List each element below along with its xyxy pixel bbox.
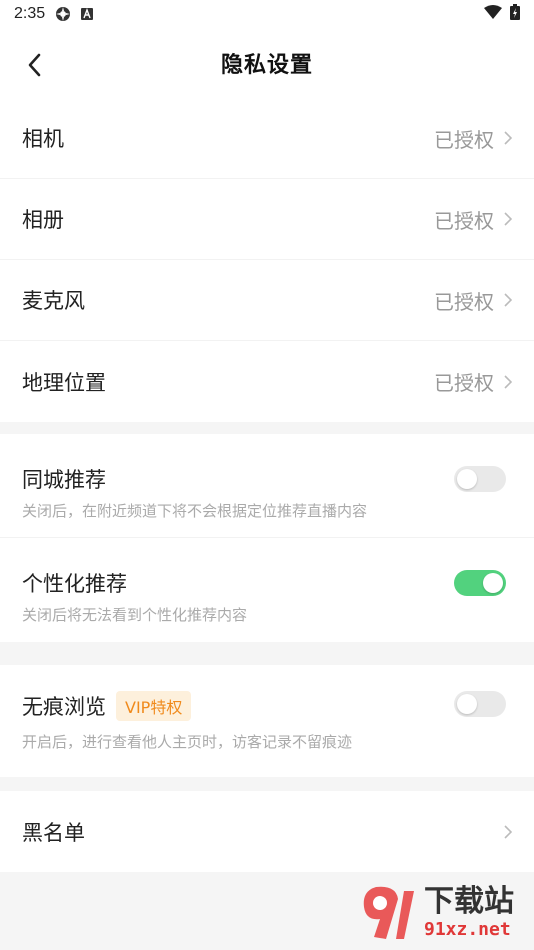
- permission-status: 已授权: [434, 289, 494, 314]
- chevron-right-icon: [504, 824, 512, 839]
- toggle-label: 无痕浏览 VIP特权: [22, 691, 192, 721]
- wifi-icon: [484, 5, 502, 23]
- incognito-toggle[interactable]: [454, 691, 506, 717]
- toggle-description: 关闭后将无法看到个性化推荐内容: [22, 606, 248, 624]
- personalized-recommend-toggle[interactable]: [454, 570, 506, 596]
- vip-badge: VIP特权: [116, 691, 192, 721]
- permission-status: 已授权: [434, 127, 494, 152]
- incognito-label: 无痕浏览: [22, 695, 106, 719]
- incognito-section: 无痕浏览 VIP特权 开启后，进行查看他人主页时，访客记录不留痕迹: [0, 665, 534, 777]
- toggle-row-incognito: 无痕浏览 VIP特权 开启后，进行查看他人主页时，访客记录不留痕迹: [0, 665, 534, 777]
- watermark-logo-icon: [363, 886, 414, 939]
- blacklist-section: 黑名单: [0, 791, 534, 872]
- permission-row-microphone[interactable]: 麦克风 已授权: [0, 260, 534, 341]
- chevron-left-icon: [28, 53, 41, 77]
- permission-row-album[interactable]: 相册 已授权: [0, 179, 534, 260]
- toggle-knob: [457, 469, 477, 489]
- toggle-row-local-recommend: 同城推荐 关闭后，在附近频道下将不会根据定位推荐直播内容: [0, 434, 534, 538]
- recommendation-section: 同城推荐 关闭后，在附近频道下将不会根据定位推荐直播内容 个性化推荐 关闭后将无…: [0, 434, 534, 642]
- a-badge-icon: [81, 8, 94, 20]
- chevron-right-icon: [504, 212, 512, 226]
- chevron-right-icon: [504, 374, 512, 389]
- toggle-knob: [457, 694, 477, 714]
- permission-status: 已授权: [434, 208, 494, 233]
- back-button[interactable]: [20, 50, 50, 80]
- toggle-description: 开启后，进行查看他人主页时，访客记录不留痕迹: [22, 733, 353, 751]
- watermark-url-text: 91xz.net: [424, 918, 511, 940]
- permission-label: 相机: [22, 127, 64, 151]
- battery-charging-icon: [510, 4, 520, 24]
- chevron-right-icon: [504, 293, 512, 307]
- toggle-label: 同城推荐: [22, 468, 106, 492]
- page-title: 隐私设置: [220, 53, 313, 78]
- settings-gear-icon: [55, 6, 71, 22]
- blacklist-row[interactable]: 黑名单: [0, 791, 534, 872]
- chevron-right-icon: [504, 131, 512, 145]
- local-recommend-toggle[interactable]: [454, 466, 506, 492]
- blacklist-label: 黑名单: [22, 820, 85, 845]
- page-header: 隐私设置: [0, 28, 534, 98]
- toggle-row-personalized: 个性化推荐 关闭后将无法看到个性化推荐内容: [0, 538, 534, 642]
- status-bar: 2:35: [0, 0, 534, 28]
- permission-label: 麦克风: [22, 289, 85, 313]
- watermark: 下载站 91xz.net: [358, 878, 528, 946]
- status-time: 2:35: [14, 5, 46, 22]
- permission-label: 地理位置: [22, 370, 106, 395]
- toggle-label: 个性化推荐: [22, 572, 127, 596]
- permission-label: 相册: [22, 208, 64, 232]
- watermark-cn-text: 下载站: [424, 883, 514, 919]
- permission-status: 已授权: [434, 371, 494, 395]
- toggle-knob: [483, 573, 503, 593]
- permission-row-location[interactable]: 地理位置 已授权: [0, 341, 534, 422]
- permission-row-camera[interactable]: 相机 已授权: [0, 98, 534, 179]
- permissions-section: 相机 已授权 相册 已授权 麦克风 已授权 地理位置 已授权: [0, 98, 534, 422]
- toggle-description: 关闭后，在附近频道下将不会根据定位推荐直播内容: [22, 502, 368, 520]
